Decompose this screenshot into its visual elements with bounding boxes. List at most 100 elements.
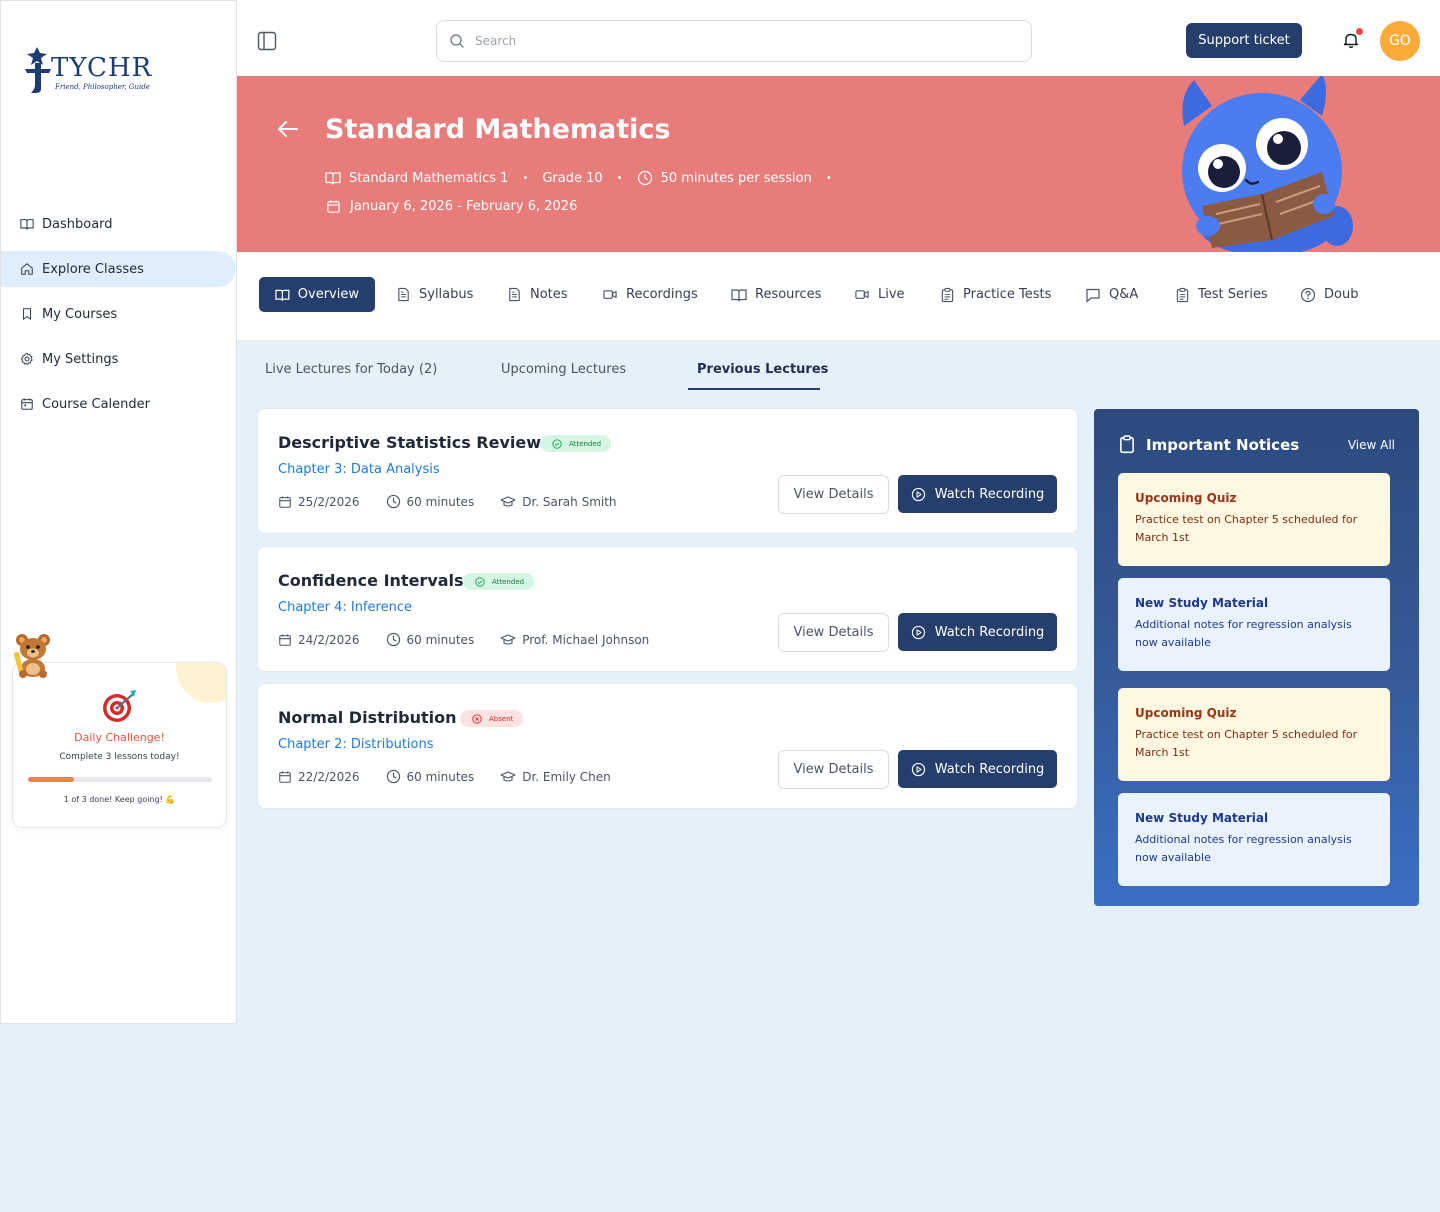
lecture-date: 24/2/2026: [298, 632, 360, 647]
subtab-upcoming-lectures[interactable]: Upcoming Lectures: [501, 362, 626, 377]
support-ticket-button[interactable]: Support ticket: [1186, 23, 1302, 58]
clock-icon: [386, 769, 400, 784]
sidebar-toggle-icon[interactable]: [257, 31, 277, 51]
view-details-button[interactable]: View Details: [778, 475, 889, 514]
clipboard-icon: [1176, 287, 1189, 302]
sidebar-item-my-settings[interactable]: My Settings: [1, 341, 238, 377]
important-notices-panel: Important Notices View All Upcoming Quiz…: [1094, 409, 1419, 906]
play-circle-icon: [911, 625, 925, 639]
topbar: Support ticket GO: [237, 0, 1440, 76]
course-grade: Grade 10: [542, 170, 603, 186]
gear-icon: [20, 352, 33, 365]
question-icon: [1300, 287, 1316, 302]
lecture-meta: 24/2/2026 60 minutes Prof. Michael Johns…: [278, 632, 649, 647]
back-arrow-icon[interactable]: [277, 120, 299, 138]
course-date-range: January 6, 2026 - February 6, 2026: [326, 199, 577, 214]
document-icon: [398, 287, 409, 302]
lecture-meta: 22/2/2026 60 minutes Dr. Emily Chen: [278, 769, 611, 784]
lecture-chapter-link[interactable]: Chapter 2: Distributions: [278, 737, 434, 752]
tab-label: Q&A: [1109, 287, 1139, 302]
tab-practice-tests[interactable]: Practice Tests: [940, 277, 1051, 312]
tab-test-series[interactable]: Test Series: [1175, 277, 1268, 312]
lecture-chapter-link[interactable]: Chapter 3: Data Analysis: [278, 462, 440, 477]
view-all-notices-link[interactable]: View All: [1348, 438, 1395, 452]
sidebar-item-my-courses[interactable]: My Courses: [1, 296, 238, 332]
calendar-icon: [279, 770, 291, 783]
tab-label: Practice Tests: [963, 287, 1052, 302]
tab-syllabus[interactable]: Syllabus: [396, 277, 473, 312]
lecture-chapter-link[interactable]: Chapter 4: Inference: [278, 600, 412, 615]
tab-recordings[interactable]: Recordings: [602, 277, 698, 312]
tab-notes[interactable]: Notes: [507, 277, 568, 312]
video-icon: [855, 290, 869, 299]
lecture-card: Descriptive Statistics Review Attended C…: [257, 408, 1078, 534]
lecture-instructor: Dr. Emily Chen: [522, 769, 611, 784]
notice-title: New Study Material: [1135, 811, 1269, 825]
sidebar-nav: Dashboard Explore Classes My Courses My …: [1, 206, 238, 431]
lecture-duration: 60 minutes: [406, 494, 475, 509]
watch-recording-button[interactable]: Watch Recording: [898, 750, 1057, 788]
target-icon: [103, 690, 136, 722]
notice-item[interactable]: New Study Material Additional notes for …: [1118, 578, 1390, 671]
lecture-date: 22/2/2026: [298, 769, 360, 784]
course-tabs: Overview Syllabus Notes Recordings Resou…: [237, 252, 1440, 341]
subtab-previous-lectures[interactable]: Previous Lectures: [697, 362, 828, 377]
notice-item[interactable]: Upcoming Quiz Practice test on Chapter 5…: [1118, 473, 1390, 566]
home-icon: [21, 263, 33, 275]
tab-live[interactable]: Live: [854, 277, 905, 312]
tab-overview[interactable]: Overview: [259, 277, 375, 312]
sidebar-item-label: My Courses: [42, 306, 118, 322]
watch-recording-button[interactable]: Watch Recording: [898, 613, 1057, 651]
sidebar-item-explore-classes[interactable]: Explore Classes: [1, 251, 236, 287]
course-meta: Standard Mathematics 1 • Grade 10 • 50 m…: [325, 170, 846, 186]
book-open-icon: [20, 219, 34, 230]
subtab-live-lectures-today[interactable]: Live Lectures for Today (2): [265, 362, 437, 377]
watch-recording-label: Watch Recording: [934, 624, 1045, 640]
notice-title: Upcoming Quiz: [1135, 706, 1237, 720]
lecture-instructor: Dr. Sarah Smith: [522, 494, 617, 509]
status-badge: Attended: [540, 435, 612, 452]
check-circle-icon: [552, 438, 562, 449]
lecture-duration: 60 minutes: [406, 632, 475, 647]
challenge-progress-text: 1 of 3 done! Keep going! 💪: [63, 795, 176, 804]
book-open-icon: [731, 288, 747, 302]
graduation-cap-icon: [500, 770, 516, 782]
calendar-icon: [279, 633, 291, 646]
tychr-logo[interactable]: TYCHR Friend, Philosopher, Guide: [23, 45, 163, 97]
notice-item[interactable]: New Study Material Additional notes for …: [1118, 793, 1390, 886]
notice-title: New Study Material: [1135, 596, 1269, 610]
sidebar-item-dashboard[interactable]: Dashboard: [1, 206, 238, 242]
tab-resources[interactable]: Resources: [731, 277, 821, 312]
tab-label: Resources: [755, 287, 822, 302]
watch-recording-button[interactable]: Watch Recording: [898, 475, 1057, 513]
sidebar-item-label: Dashboard: [42, 216, 113, 232]
course-title: Standard Mathematics: [325, 114, 671, 145]
avatar[interactable]: GO: [1380, 21, 1420, 61]
lecture-card: Confidence Intervals Attended Chapter 4:…: [257, 546, 1078, 672]
search-input[interactable]: [475, 34, 995, 48]
status-badge-label: Absent: [489, 714, 514, 723]
tab-label: Syllabus: [419, 287, 474, 302]
active-subtab-indicator: [688, 388, 820, 390]
clock-icon: [386, 632, 400, 647]
lecture-title: Descriptive Statistics Review: [278, 433, 542, 452]
tab-label: Doub: [1324, 287, 1359, 302]
video-icon: [603, 290, 617, 299]
status-badge-label: Attended: [492, 577, 525, 586]
sidebar-item-course-calender[interactable]: Course Calender: [1, 386, 238, 422]
view-details-button[interactable]: View Details: [778, 750, 889, 789]
graduation-cap-icon: [500, 633, 516, 645]
logo-mark-icon: [25, 47, 51, 93]
view-details-button[interactable]: View Details: [778, 613, 889, 652]
notice-item[interactable]: Upcoming Quiz Practice test on Chapter 5…: [1118, 688, 1390, 781]
search-icon: [450, 34, 464, 48]
clipboard-icon: [1120, 435, 1134, 454]
meta-separator: •: [825, 172, 832, 184]
course-name: Standard Mathematics 1: [349, 170, 509, 186]
search-box: [436, 20, 1032, 62]
tab-doubts[interactable]: Doub: [1300, 277, 1358, 312]
challenge-title: Daily Challenge!: [74, 731, 165, 744]
sidebar-item-label: Explore Classes: [42, 261, 144, 277]
tab-qa[interactable]: Q&A: [1085, 277, 1138, 312]
notices-title: Important Notices: [1146, 435, 1300, 454]
